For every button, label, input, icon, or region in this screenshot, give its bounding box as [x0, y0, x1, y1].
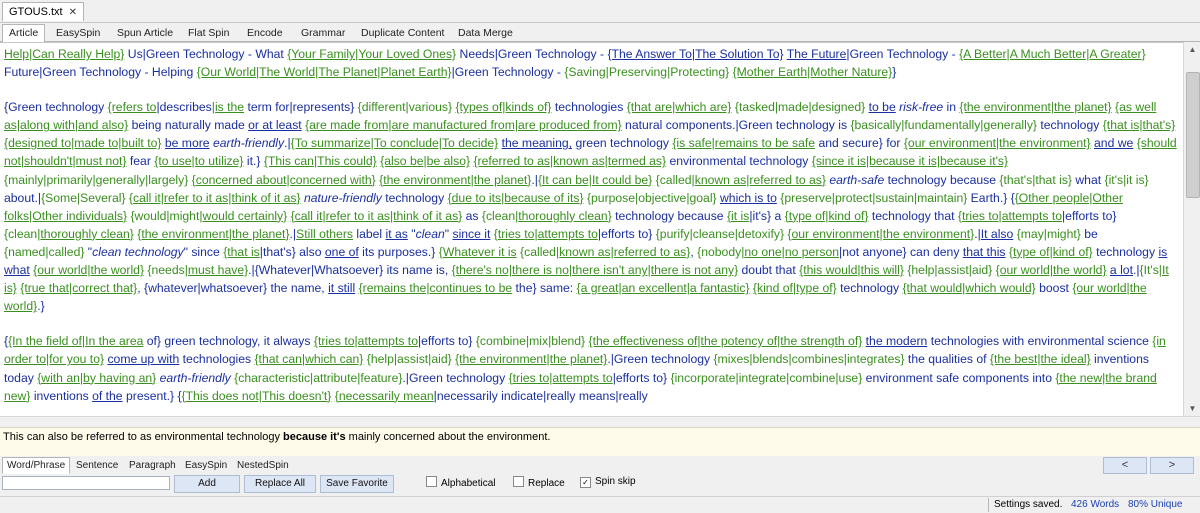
- status-message: Settings saved.: [994, 499, 1063, 510]
- editor-horizontal-scrollbar[interactable]: [0, 416, 1200, 427]
- tab-duplicate-content[interactable]: Duplicate Content: [359, 25, 446, 41]
- tab-sentence[interactable]: Sentence: [74, 458, 120, 473]
- tab-nestedspin[interactable]: NestedSpin: [235, 458, 291, 473]
- unique-percentage: 80% Unique: [1128, 499, 1183, 510]
- preview-text-after: mainly concerned about the environment.: [345, 431, 551, 443]
- tab-paragraph[interactable]: Paragraph: [127, 458, 178, 473]
- document-tab[interactable]: GTOUS.txt ✕: [2, 2, 84, 21]
- editor-vertical-scrollbar[interactable]: ▲ ▼: [1183, 42, 1200, 416]
- alphabetical-label: Alphabetical: [441, 478, 496, 489]
- tab-data-merge[interactable]: Data Merge: [456, 25, 515, 41]
- tab-grammar[interactable]: Grammar: [299, 25, 347, 41]
- tab-easyspin-lower[interactable]: EasySpin: [183, 458, 229, 473]
- next-button[interactable]: >: [1150, 457, 1194, 474]
- close-icon[interactable]: ✕: [69, 7, 77, 18]
- tab-encode[interactable]: Encode: [245, 25, 285, 41]
- alphabetical-checkbox-box[interactable]: [426, 476, 437, 487]
- check-icon[interactable]: ✓: [580, 477, 591, 488]
- add-button[interactable]: Add: [174, 475, 240, 493]
- previous-button[interactable]: <: [1103, 457, 1147, 474]
- tab-article[interactable]: Article: [2, 24, 46, 43]
- tab-word-phrase[interactable]: Word/Phrase: [2, 457, 71, 474]
- document-tab-bar: GTOUS.txt ✕: [0, 0, 1200, 23]
- preview-text-highlight: because it's: [283, 431, 346, 443]
- preview-text-before: This can also be referred to as environm…: [3, 431, 284, 443]
- scroll-thumb[interactable]: [1186, 72, 1200, 198]
- tab-spun-article[interactable]: Spun Article: [115, 25, 175, 41]
- scroll-down-icon[interactable]: ▼: [1184, 401, 1200, 416]
- spin-skip-checkbox[interactable]: ✓ Spin skip: [580, 476, 636, 488]
- document-tab-label: GTOUS.txt: [9, 6, 63, 18]
- status-bar: Settings saved. 426 Words 80% Unique: [0, 496, 1200, 513]
- replace-checkbox-box[interactable]: [513, 476, 524, 487]
- tab-easyspin[interactable]: EasySpin: [54, 25, 102, 41]
- save-favorite-button[interactable]: Save Favorite: [320, 475, 394, 493]
- word-toolbar: Add Replace All Save Favorite Alphabetic…: [0, 474, 1200, 494]
- replace-all-button[interactable]: Replace All: [244, 475, 316, 493]
- scroll-up-icon[interactable]: ▲: [1184, 42, 1200, 57]
- status-separator: [988, 498, 989, 512]
- sentence-preview: This can also be referred to as environm…: [0, 427, 1200, 457]
- article-text: Help|Can Really Help} Us|Green Technolog…: [4, 47, 1177, 403]
- alphabetical-checkbox[interactable]: Alphabetical: [426, 476, 495, 489]
- replace-checkbox[interactable]: Replace: [513, 476, 565, 489]
- article-editor[interactable]: Help|Can Really Help} Us|Green Technolog…: [0, 42, 1183, 417]
- tab-flat-spin[interactable]: Flat Spin: [186, 25, 231, 41]
- replace-label: Replace: [528, 478, 565, 489]
- word-count: 426 Words: [1071, 499, 1120, 510]
- sentence-preview-text: This can also be referred to as environm…: [3, 431, 550, 443]
- word-input[interactable]: [2, 476, 170, 490]
- main-tab-strip: Article EasySpin Spun Article Flat Spin …: [0, 23, 1200, 43]
- spin-mode-tab-strip: Word/Phrase Sentence Paragraph EasySpin …: [0, 456, 1200, 474]
- spin-skip-label: Spin skip: [595, 476, 636, 487]
